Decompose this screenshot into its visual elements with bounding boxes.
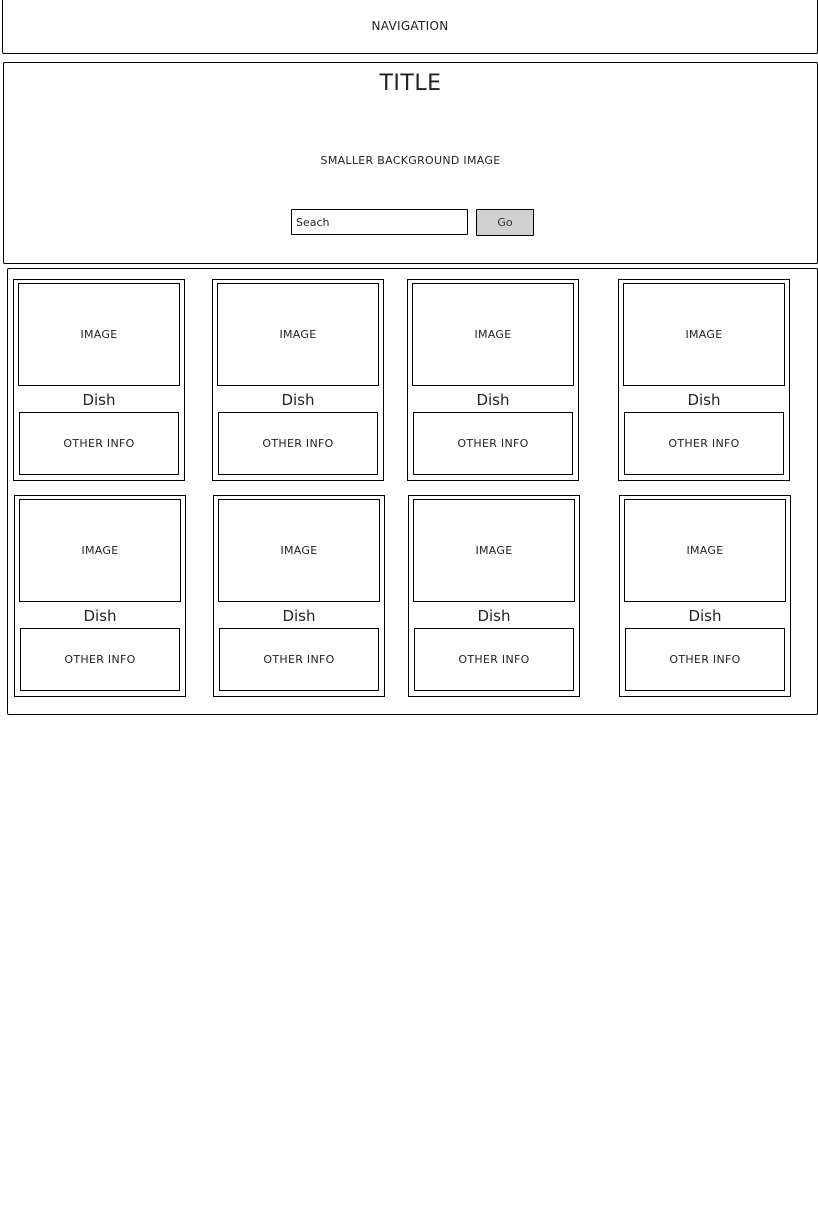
dish-title: Dish [477,607,511,625]
page-title: TITLE [379,71,442,96]
navigation-bar[interactable]: NAVIGATION [2,0,818,54]
dish-title: Dish [83,607,117,625]
dish-other-info: OTHER INFO [624,412,784,475]
dish-card[interactable]: IMAGE Dish OTHER INFO [212,279,384,481]
dish-image-placeholder: IMAGE [412,283,574,386]
dish-image-placeholder: IMAGE [413,499,575,602]
dish-grid: IMAGE Dish OTHER INFO IMAGE Dish OTHER I… [7,268,818,715]
dish-card[interactable]: IMAGE Dish OTHER INFO [408,495,580,697]
dish-title: Dish [688,607,722,625]
hero-section: TITLE SMALLER BACKGROUND IMAGE Go [3,62,818,264]
navigation-label: NAVIGATION [371,19,449,33]
dish-image-placeholder: IMAGE [623,283,785,386]
dish-other-info: OTHER INFO [413,412,573,475]
go-button[interactable]: Go [476,209,534,236]
dish-image-placeholder: IMAGE [624,499,786,602]
dish-other-info: OTHER INFO [414,628,574,691]
dish-card[interactable]: IMAGE Dish OTHER INFO [213,495,385,697]
dish-other-info: OTHER INFO [219,628,379,691]
dish-title: Dish [281,391,315,409]
dish-card[interactable]: IMAGE Dish OTHER INFO [14,495,186,697]
dish-card[interactable]: IMAGE Dish OTHER INFO [619,495,791,697]
dish-other-info: OTHER INFO [19,412,179,475]
dish-card[interactable]: IMAGE Dish OTHER INFO [618,279,790,481]
dish-title: Dish [82,391,116,409]
dish-card[interactable]: IMAGE Dish OTHER INFO [407,279,579,481]
search-input[interactable] [291,209,468,235]
dish-image-placeholder: IMAGE [217,283,379,386]
dish-image-placeholder: IMAGE [19,499,181,602]
dish-title: Dish [282,607,316,625]
dish-other-info: OTHER INFO [20,628,180,691]
dish-title: Dish [687,391,721,409]
dish-image-placeholder: IMAGE [218,499,380,602]
dish-title: Dish [476,391,510,409]
dish-other-info: OTHER INFO [218,412,378,475]
dish-other-info: OTHER INFO [625,628,785,691]
background-image-placeholder: SMALLER BACKGROUND IMAGE [320,154,501,167]
dish-image-placeholder: IMAGE [18,283,180,386]
dish-card[interactable]: IMAGE Dish OTHER INFO [13,279,185,481]
